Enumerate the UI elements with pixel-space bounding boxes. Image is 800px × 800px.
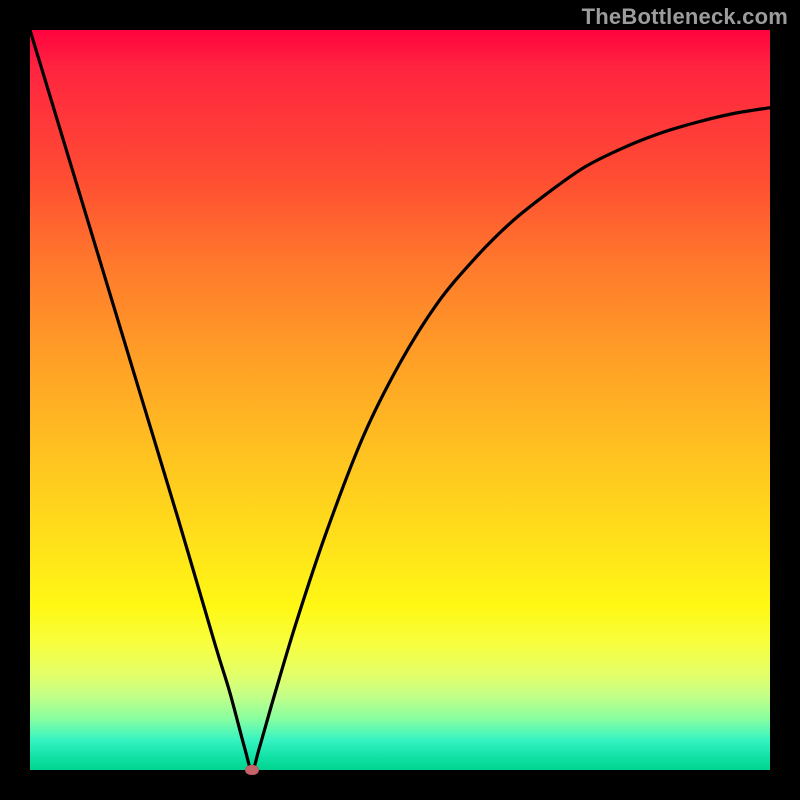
watermark-text: TheBottleneck.com xyxy=(582,4,788,30)
bottleneck-curve xyxy=(30,30,770,770)
minimum-point-marker xyxy=(245,765,259,775)
curve-layer xyxy=(30,30,770,770)
figure: TheBottleneck.com xyxy=(0,0,800,800)
plot-gradient-background xyxy=(30,30,770,770)
